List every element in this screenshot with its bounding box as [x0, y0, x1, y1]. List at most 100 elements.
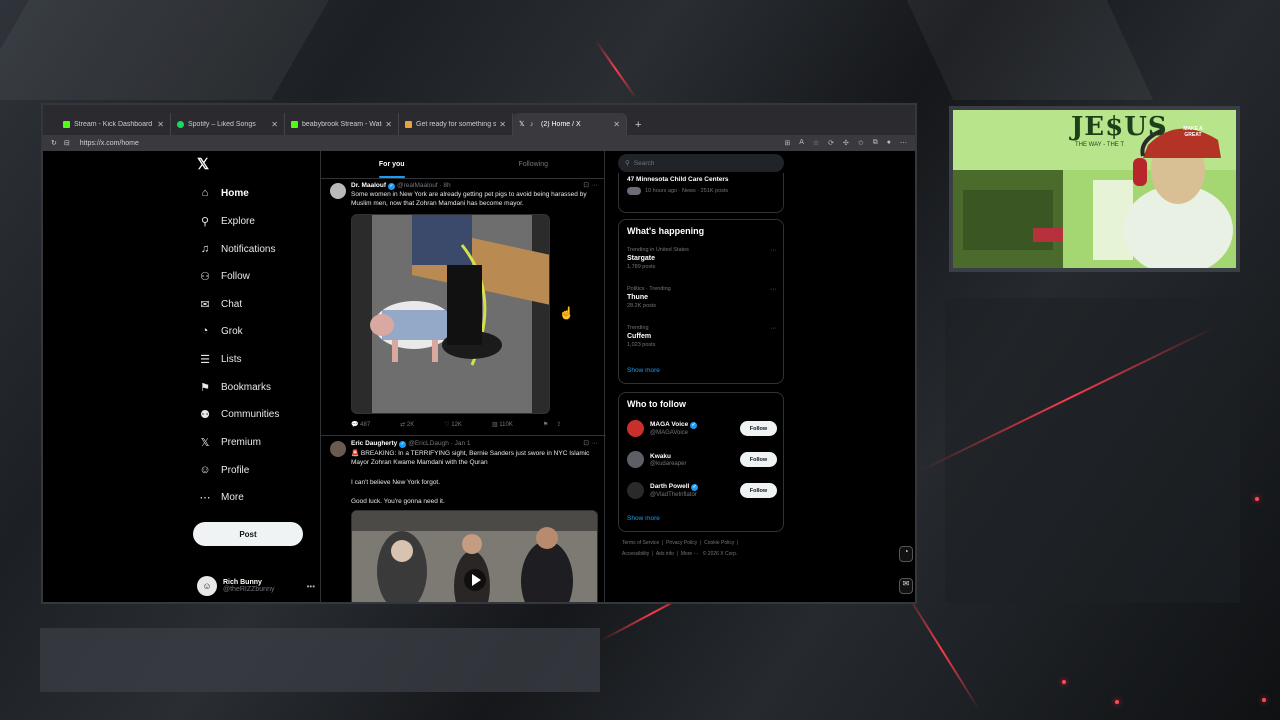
- more-icon[interactable]: ⊡ ···: [583, 181, 598, 189]
- grok-icon: ◔: [201, 325, 209, 337]
- follow-suggestion[interactable]: Kwaku @kudareaper Follow: [627, 451, 777, 468]
- read-aloud-icon[interactable]: A: [799, 139, 804, 147]
- browser-window: Stream - Kick Dashboard ✕ Spotify – Like…: [41, 103, 917, 604]
- browser-tab[interactable]: Get ready for something special # ✕: [399, 113, 513, 135]
- close-icon[interactable]: ✕: [499, 120, 506, 129]
- browser-tab-active[interactable]: 𝕏 ♪ (2) Home / X ✕: [513, 113, 627, 135]
- tweet[interactable]: Eric Daugherty ✓ @EricLDaugh · Jan 1 ⊡ ···…: [321, 437, 606, 602]
- nav-follow[interactable]: ⚇ Follow: [197, 270, 250, 283]
- toolbar-icons: ⊞ A ☆ ⟳ ✣ ✩ ⧉ ● ⋯: [784, 139, 907, 147]
- nav-more[interactable]: ⋯ More: [197, 491, 244, 504]
- install-app-icon[interactable]: ⊞: [784, 139, 790, 147]
- new-tab-button[interactable]: +: [635, 119, 641, 131]
- nav-explore[interactable]: ⚲ Explore: [197, 215, 255, 228]
- nav-lists[interactable]: ☰ Lists: [197, 353, 242, 366]
- nav-bookmarks[interactable]: ⚑ Bookmarks: [197, 381, 271, 394]
- follow-button[interactable]: Follow: [740, 483, 777, 498]
- copyright: © 2026 X Corp.: [702, 551, 738, 557]
- more-icon[interactable]: •••: [307, 582, 315, 591]
- footer-link[interactable]: More ···: [681, 551, 699, 557]
- tweet-author[interactable]: Dr. Maalouf: [351, 182, 386, 189]
- share-icon[interactable]: ⇪: [556, 421, 561, 428]
- follow-button[interactable]: Follow: [740, 421, 777, 436]
- nav-communities[interactable]: ⚉ Communities: [197, 408, 279, 421]
- footer-link[interactable]: Terms of Service: [622, 540, 659, 546]
- footer-link[interactable]: Privacy Policy: [666, 540, 697, 546]
- more-icon[interactable]: ···: [770, 286, 777, 293]
- browser-tab[interactable]: Stream - Kick Dashboard ✕: [57, 113, 171, 135]
- nav-label: Chat: [221, 299, 243, 310]
- tweet-meta: @EricLDaugh · Jan 1: [408, 440, 471, 447]
- cam-sign-subtext: THE WAY - THE T: [1075, 142, 1125, 148]
- browser-tab[interactable]: beabybrook Stream - Watch Live o ✕: [285, 113, 399, 135]
- trend-item[interactable]: Politics · Trending Thune 28.2K posts ··…: [627, 286, 777, 309]
- collections-icon[interactable]: ⧉: [873, 139, 878, 147]
- nav-notifications[interactable]: ♫ Notifications: [197, 243, 276, 255]
- follow-suggestion[interactable]: Darth Powell ✓ @VladTheInflator Follow: [627, 482, 777, 499]
- reload-icon[interactable]: ↻: [51, 139, 57, 147]
- tweet-author[interactable]: Eric Daugherty: [351, 440, 397, 447]
- trend-item[interactable]: Trending Cuffem 1,023 posts ···: [627, 325, 777, 348]
- news-card[interactable]: 47 Minnesota Child Care Centers 10 hours…: [618, 173, 784, 213]
- grok-chat-icon[interactable]: ◔: [899, 546, 913, 562]
- show-more-link[interactable]: Show more: [627, 367, 660, 374]
- whats-happening-card: What's happening Trending in United Stat…: [618, 219, 784, 384]
- tab-bar: Stream - Kick Dashboard ✕ Spotify – Like…: [43, 105, 915, 135]
- speaker-icon[interactable]: ♪: [530, 121, 537, 128]
- follow-button[interactable]: Follow: [740, 452, 777, 467]
- post-button[interactable]: Post: [193, 522, 303, 546]
- nav-profile[interactable]: ☺ Profile: [197, 464, 249, 476]
- refresh-extension-icon[interactable]: ⟳: [828, 139, 834, 147]
- messages-icon[interactable]: ✉: [899, 578, 913, 594]
- tab-following[interactable]: Following: [463, 151, 605, 178]
- favorite-star-icon[interactable]: ☆: [813, 139, 819, 147]
- footer-links: Terms of Service | Privacy Policy | Cook…: [622, 540, 739, 557]
- nav-premium[interactable]: 𝕏 Premium: [197, 436, 261, 449]
- nav-chat[interactable]: ✉ Chat: [197, 298, 242, 311]
- follow-suggestion[interactable]: MAGA Voice ✓ @MAGAVoice Follow: [627, 420, 777, 437]
- tweet-video[interactable]: [351, 214, 550, 414]
- views-button[interactable]: ▥ 110K: [492, 421, 513, 428]
- repost-button[interactable]: ⇄ 2K: [400, 421, 414, 428]
- like-button[interactable]: ♡ 12K: [444, 421, 462, 428]
- url-field[interactable]: https://x.com/home: [80, 140, 785, 147]
- browser-tab[interactable]: Spotify – Liked Songs ✕: [171, 113, 285, 135]
- tab-for-you[interactable]: For you: [321, 151, 463, 178]
- tab-title: (2) Home / X: [541, 120, 581, 128]
- nav-grok[interactable]: ◔ Grok: [197, 325, 243, 337]
- footer-link[interactable]: Accessibility: [622, 551, 649, 557]
- close-icon[interactable]: ✕: [385, 120, 392, 129]
- bookmark-icon: ⚑: [200, 382, 210, 394]
- more-icon[interactable]: ···: [770, 247, 777, 254]
- close-icon[interactable]: ✕: [613, 120, 620, 129]
- tweet-video[interactable]: [351, 510, 598, 602]
- more-icon[interactable]: ⊡ ···: [583, 439, 598, 447]
- trend-item[interactable]: Trending in United States Stargate 1,789…: [627, 247, 777, 270]
- close-icon[interactable]: ✕: [271, 120, 278, 129]
- search-placeholder: Search: [633, 159, 655, 167]
- avatar[interactable]: [330, 183, 346, 199]
- close-icon[interactable]: ✕: [157, 120, 164, 129]
- footer-link[interactable]: Ads info: [656, 551, 674, 557]
- x-logo-icon[interactable]: 𝕏: [197, 155, 209, 173]
- bookmark-icon[interactable]: ⚑: [543, 421, 548, 428]
- search-input[interactable]: ⚲ Search: [618, 154, 784, 172]
- overlay-panel: [945, 298, 1240, 603]
- avatar[interactable]: [330, 441, 346, 457]
- site-info-icon[interactable]: ⊟: [64, 139, 70, 147]
- timeline-tabs: For you Following: [321, 151, 604, 179]
- reply-button[interactable]: 💬 487: [351, 421, 370, 428]
- show-more-link[interactable]: Show more: [627, 515, 660, 522]
- nav-label: Communities: [221, 409, 280, 420]
- menu-icon[interactable]: ⋯: [900, 139, 907, 147]
- nav-home[interactable]: ⌂ Home: [197, 187, 249, 199]
- news-title: 47 Minnesota Child Care Centers: [627, 176, 729, 183]
- kick-favicon-icon: [291, 120, 298, 128]
- footer-link[interactable]: Cookie Policy: [704, 540, 734, 546]
- extensions-icon[interactable]: ✣: [843, 139, 849, 147]
- favorites-icon[interactable]: ✩: [858, 139, 864, 147]
- more-icon[interactable]: ···: [770, 325, 777, 332]
- profile-avatar-icon[interactable]: ●: [887, 139, 891, 147]
- avatar: [627, 482, 644, 499]
- account-switcher[interactable]: ☺ Rich Bunny @theRIZZbunny •••: [197, 576, 315, 596]
